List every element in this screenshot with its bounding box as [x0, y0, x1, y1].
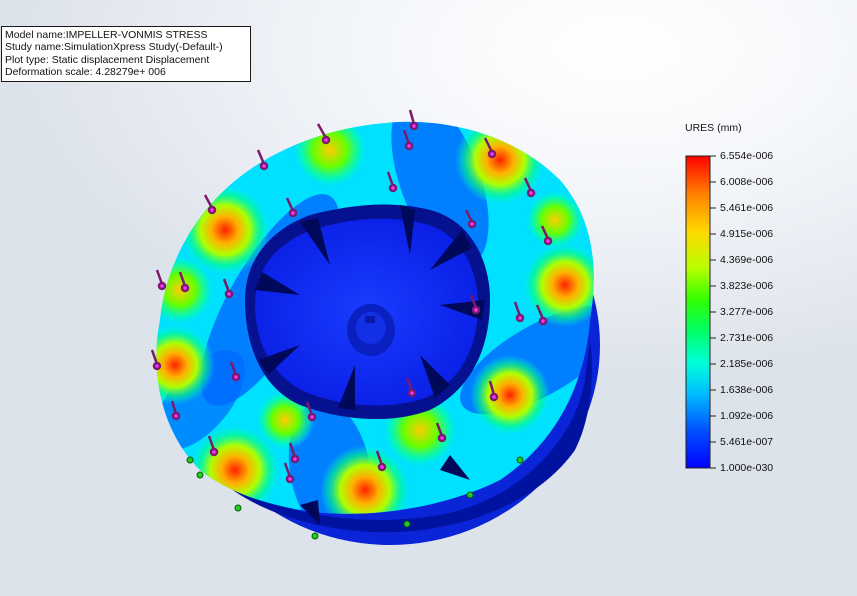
legend-label-7: 2.731e-006 [720, 332, 774, 344]
legend-label-6: 3.277e-006 [720, 306, 774, 318]
legend-label-12: 1.000e-030 [720, 462, 774, 474]
legend-label-1: 6.008e-006 [720, 176, 774, 188]
legend-label-10: 1.092e-006 [720, 410, 774, 422]
legend-label-8: 2.185e-006 [720, 358, 774, 370]
legend-label-2: 5.461e-006 [720, 202, 774, 214]
legend-label-5: 3.823e-006 [720, 280, 774, 292]
legend-title: URES (mm) [685, 122, 742, 134]
legend-label-3: 4.915e-006 [720, 228, 774, 240]
legend-labels: 6.554e-006 6.008e-006 5.461e-006 4.915e-… [720, 148, 810, 478]
legend-label-9: 1.638e-006 [720, 384, 774, 396]
legend-label-0: 6.554e-006 [720, 150, 774, 162]
legend-label-4: 4.369e-006 [720, 254, 774, 266]
hub-keyway [365, 316, 375, 323]
legend-label-11: 5.461e-007 [720, 436, 774, 448]
